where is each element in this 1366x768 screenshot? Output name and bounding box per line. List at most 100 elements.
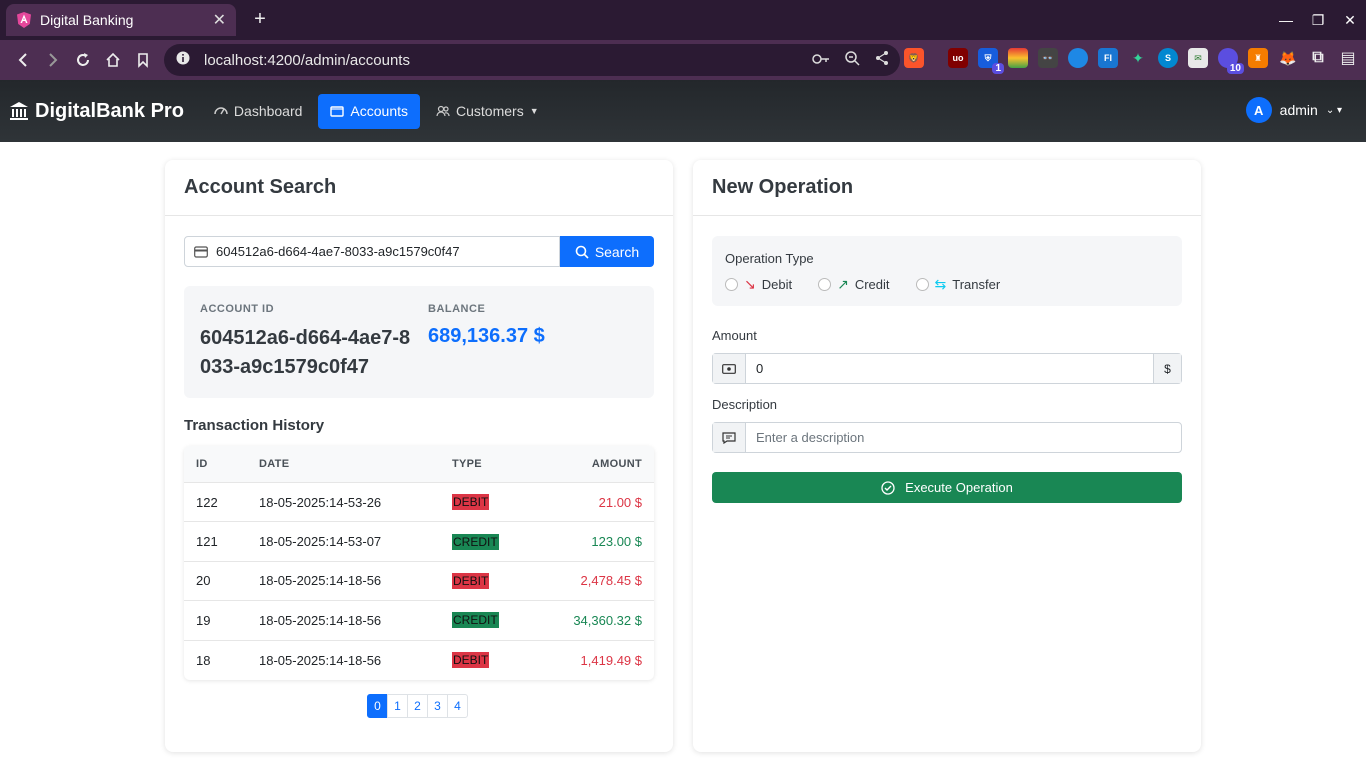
sidebar-toggle-icon[interactable]: ▤ (1338, 48, 1358, 68)
col-date: DATE (259, 458, 290, 470)
radio-circle[interactable] (725, 278, 738, 291)
description-input[interactable]: Enter a description (746, 423, 1181, 452)
brand[interactable]: DigitalBank Pro (9, 100, 184, 123)
search-icon (575, 245, 589, 259)
execute-operation-label: Execute Operation (905, 480, 1013, 495)
forward-icon[interactable] (38, 45, 68, 75)
angular-favicon-icon (16, 12, 32, 28)
reload-icon[interactable] (68, 45, 98, 75)
radio-debit-label: Debit (761, 277, 793, 292)
close-tab-icon[interactable]: ✕ (213, 10, 226, 30)
new-tab-icon[interactable]: + (250, 8, 270, 31)
account-search-card: Account Search 604512a6-d664-4ae7-8033-a… (165, 160, 673, 752)
nav-dashboard[interactable]: Dashboard (202, 94, 315, 129)
row-id: 122 (196, 494, 218, 510)
page-0[interactable]: 0 (367, 694, 388, 718)
amount-input[interactable]: 0 (746, 354, 1153, 383)
ublock-icon[interactable]: uo (948, 48, 968, 68)
row-date: 18-05-2025:14-18-56 (259, 573, 382, 589)
bitwarden-icon[interactable]: ⛨ 1 (978, 48, 1004, 74)
key-icon[interactable] (812, 52, 830, 69)
table-header: ID DATE TYPE AMOUNT (184, 446, 654, 483)
pagination: 0 1 2 3 4 (367, 694, 468, 718)
tab-title: Digital Banking (40, 12, 134, 28)
speedometer-icon (214, 107, 228, 115)
user-menu[interactable]: A admin ⌄ ▾ (1245, 97, 1342, 123)
amount-input-group: 0 $ (712, 353, 1182, 384)
zoom-icon[interactable] (844, 50, 860, 70)
fox-extension-icon[interactable]: 🦊 (1278, 48, 1298, 68)
hat-extension-icon[interactable]: 10 (1218, 48, 1244, 74)
check-circle-icon (881, 480, 895, 495)
globe-extension-icon[interactable] (1068, 48, 1088, 68)
page-1[interactable]: 1 (387, 694, 408, 718)
castle-extension-icon[interactable]: ♜ (1248, 48, 1268, 68)
cash-icon (713, 354, 746, 383)
colorful-extension-icon[interactable] (1008, 48, 1028, 68)
search-button[interactable]: Search (560, 236, 654, 267)
radio-credit[interactable]: ↗ Credit (818, 276, 890, 293)
radio-circle[interactable] (818, 278, 832, 291)
account-summary: ACCOUNT ID BALANCE 604512a6-d664-4ae7-80… (184, 286, 654, 398)
brave-shield-icon[interactable]: 🦁 (904, 48, 924, 68)
bookmark-icon[interactable] (128, 45, 158, 75)
site-info-icon[interactable] (176, 51, 190, 69)
type-badge: DEBIT (452, 494, 490, 511)
col-amount: AMOUNT (591, 458, 642, 470)
row-date: 18-05-2025:14-53-07 (259, 534, 382, 550)
balance-label: BALANCE (428, 303, 486, 315)
row-amount: 1,419.49 $ (580, 652, 642, 668)
amount-label: Amount (712, 328, 757, 343)
browser-toolbar: localhost:4200/admin/accounts 🦁 uo ⛨ 1 👓 … (0, 40, 1366, 80)
new-operation-card: New Operation Operation Type ↘ Debit ↗ C… (693, 160, 1201, 752)
radio-transfer[interactable]: ⇆ Transfer (915, 276, 1000, 293)
home-icon[interactable] (98, 45, 128, 75)
nav-accounts[interactable]: Accounts (318, 93, 421, 129)
account-id-value: 604512a6-d664-4ae7-8033-a9c1579c0f47 (200, 327, 411, 378)
restore-icon[interactable]: ❐ (1302, 12, 1334, 29)
table-row: 20 18-05-2025:14-18-56 DEBIT 2,478.45 $ (184, 562, 654, 602)
type-badge: CREDIT (452, 533, 499, 550)
row-id: 121 (196, 534, 218, 550)
fi-extension-icon[interactable]: FI (1098, 48, 1118, 68)
arrow-up-right-icon: ↗ (837, 276, 849, 292)
account-id-input[interactable]: 604512a6-d664-4ae7-8033-a9c1579c0f47 (184, 236, 560, 267)
extensions-puzzle-icon[interactable]: ⧉ (1308, 48, 1328, 68)
row-date: 18-05-2025:14-18-56 (259, 612, 382, 628)
page-3[interactable]: 3 (427, 694, 448, 718)
col-type: TYPE (452, 458, 482, 470)
row-date: 18-05-2025:14-53-26 (259, 494, 382, 510)
description-input-group: Enter a description (712, 422, 1182, 453)
chevron-down-icon: ⌄ ▾ (1325, 104, 1342, 116)
app-navbar: DigitalBank Pro Dashboard Accounts Custo… (0, 80, 1366, 142)
col-id: ID (196, 458, 208, 470)
brand-name: DigitalBank Pro (35, 99, 184, 122)
plant-extension-icon[interactable]: ✦ (1128, 48, 1148, 68)
shazam-extension-icon[interactable]: S (1158, 48, 1178, 68)
page-2[interactable]: 2 (407, 694, 428, 718)
address-bar[interactable]: localhost:4200/admin/accounts (164, 44, 900, 76)
minimize-icon[interactable]: — (1270, 12, 1302, 28)
radio-circle[interactable] (915, 278, 929, 291)
browser-tab[interactable]: Digital Banking ✕ (6, 4, 236, 36)
mail-extension-icon[interactable]: ✉ (1188, 48, 1208, 68)
nav-customers[interactable]: Customers ▼ (424, 94, 551, 129)
share-icon[interactable] (874, 50, 890, 70)
search-row: 604512a6-d664-4ae7-8033-a9c1579c0f47 Sea… (184, 236, 654, 267)
extension-badge: 10 (1226, 63, 1244, 74)
operation-type-label: Operation Type (725, 251, 814, 266)
radio-debit[interactable]: ↘ Debit (725, 276, 792, 293)
close-window-icon[interactable]: ✕ (1334, 12, 1366, 29)
wallet-icon (330, 106, 345, 117)
execute-operation-button[interactable]: Execute Operation (712, 472, 1182, 503)
user-name: admin (1279, 102, 1318, 118)
table-row: 122 18-05-2025:14-53-26 DEBIT 21.00 $ (184, 483, 654, 523)
table-row: 18 18-05-2025:14-18-56 DEBIT 1,419.49 $ (184, 641, 654, 680)
glasses-extension-icon[interactable]: 👓 (1038, 48, 1058, 68)
type-badge: DEBIT (452, 652, 490, 669)
account-id-label: ACCOUNT ID (200, 303, 275, 315)
page-4[interactable]: 4 (447, 694, 468, 718)
nav-customers-label: Customers (456, 103, 524, 119)
search-button-label: Search (594, 243, 640, 260)
back-icon[interactable] (8, 45, 38, 75)
